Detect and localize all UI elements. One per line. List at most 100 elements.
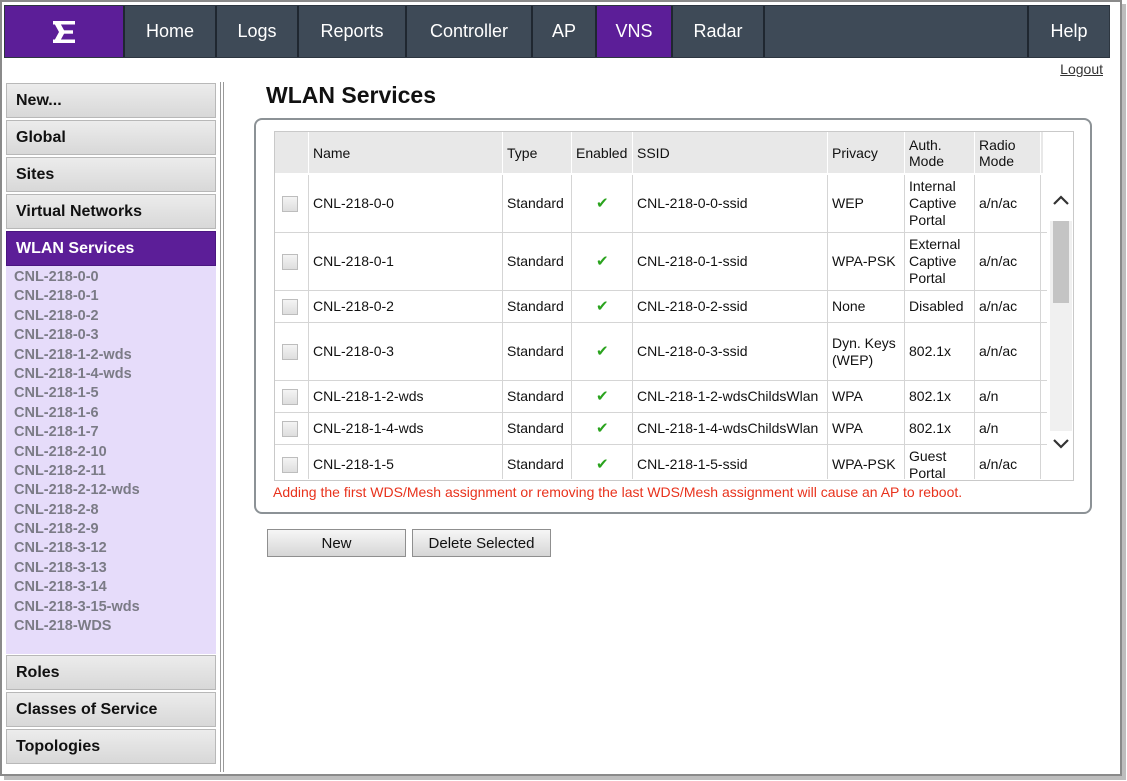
sidebar-splitter[interactable] <box>220 82 224 772</box>
nav-reports[interactable]: Reports <box>299 6 407 57</box>
enabled-cell: ✔ <box>572 233 633 290</box>
sidebar-service-list: CNL-218-0-0 CNL-218-0-1 CNL-218-0-2 CNL-218… <box>6 266 216 654</box>
row-checkbox[interactable] <box>282 253 298 270</box>
service-name-cell: CNL-218-1-2-wds <box>309 381 503 412</box>
sidebar-service-link[interactable]: CNL-218-0-1 <box>6 287 216 306</box>
sidebar-service-link[interactable]: CNL-218-1-7 <box>6 423 216 442</box>
nav-logs[interactable]: Logs <box>217 6 299 57</box>
ssid-cell: CNL-218-0-3-ssid <box>633 323 828 380</box>
nav-radar[interactable]: Radar <box>673 6 765 57</box>
row-select-cell <box>275 233 309 290</box>
table-row[interactable]: CNL-218-0-3 Standard ✔ CNL-218-0-3-ssid Dyn.… <box>275 323 1047 381</box>
nav-home[interactable]: Home <box>125 6 217 57</box>
service-name-cell: CNL-218-0-2 <box>309 291 503 322</box>
scroll-track[interactable] <box>1050 221 1072 431</box>
header-select-column <box>275 132 309 173</box>
row-checkbox[interactable] <box>282 420 298 437</box>
privacy-cell: WPA <box>828 413 905 444</box>
enabled-cell: ✔ <box>572 291 633 322</box>
nav-controller[interactable]: Controller <box>407 6 533 57</box>
service-type-cell: Standard <box>503 413 572 444</box>
table-header: Name Type Enabled SSID Privacy Auth. Mode Radi… <box>275 132 1043 173</box>
sidebar-item-new[interactable]: New... <box>6 83 216 118</box>
table-row[interactable]: CNL-218-0-2 Standard ✔ CNL-218-0-2-ssid None… <box>275 291 1047 323</box>
sidebar-service-link[interactable]: CNL-218-WDS <box>6 617 216 636</box>
row-select-cell <box>275 381 309 412</box>
sidebar-service-link[interactable]: CNL-218-2-9 <box>6 520 216 539</box>
column-header[interactable]: Type <box>503 132 572 173</box>
extreme-logo[interactable] <box>5 6 125 57</box>
reboot-warning: Adding the first WDS/Mesh assignment or … <box>273 484 963 500</box>
service-type-cell: Standard <box>503 291 572 322</box>
table-scrollbar[interactable] <box>1048 175 1073 479</box>
table-row[interactable]: CNL-218-1-2-wds Standard ✔ CNL-218-1-2-wdsC… <box>275 381 1047 413</box>
sidebar-service-link[interactable]: CNL-218-2-8 <box>6 501 216 520</box>
row-select-cell <box>275 175 309 232</box>
sidebar-service-link[interactable]: CNL-218-2-10 <box>6 443 216 462</box>
scroll-down-icon[interactable] <box>1052 437 1070 455</box>
ssid-cell: CNL-218-0-2-ssid <box>633 291 828 322</box>
sidebar-item-topologies[interactable]: Topologies <box>6 729 216 764</box>
sidebar-item-roles[interactable]: Roles <box>6 655 216 690</box>
service-type-cell: Standard <box>503 175 572 232</box>
service-type-cell: Standard <box>503 381 572 412</box>
nav-help[interactable]: Help <box>1029 6 1109 57</box>
table-row[interactable]: CNL-218-0-0 Standard ✔ CNL-218-0-0-ssid WEP I… <box>275 175 1047 233</box>
row-checkbox[interactable] <box>282 456 298 473</box>
sidebar-item-sites[interactable]: Sites <box>6 157 216 192</box>
service-name-cell: CNL-218-0-0 <box>309 175 503 232</box>
row-checkbox[interactable] <box>282 195 298 212</box>
sidebar-service-link[interactable]: CNL-218-2-12-wds <box>6 481 216 500</box>
delete-selected-button[interactable]: Delete Selected <box>412 529 551 557</box>
service-type-cell: Standard <box>503 445 572 479</box>
radio-mode-cell: a/n <box>975 381 1041 412</box>
row-checkbox[interactable] <box>282 388 298 405</box>
privacy-cell: WPA-PSK <box>828 233 905 290</box>
table-row[interactable]: CNL-218-1-4-wds Standard ✔ CNL-218-1-4-wdsC… <box>275 413 1047 445</box>
sidebar-item-classes-of-service[interactable]: Classes of Service <box>6 692 216 727</box>
column-header[interactable]: SSID <box>633 132 828 173</box>
sidebar-service-link[interactable]: CNL-218-1-5 <box>6 384 216 403</box>
service-name-cell: CNL-218-1-4-wds <box>309 413 503 444</box>
sidebar-service-link[interactable]: CNL-218-1-2-wds <box>6 346 216 365</box>
services-table: Name Type Enabled SSID Privacy Auth. Mode Radi… <box>274 131 1074 481</box>
top-nav: Home Logs Reports Controller AP VNS Radar Help <box>4 5 1110 58</box>
column-header[interactable]: Auth. Mode <box>905 132 975 173</box>
column-header[interactable]: Name <box>309 132 503 173</box>
nav-vns[interactable]: VNS <box>597 6 673 57</box>
auth-mode-cell: 802.1x <box>905 413 975 444</box>
sidebar-service-link[interactable]: CNL-218-1-4-wds <box>6 365 216 384</box>
nav-ap[interactable]: AP <box>533 6 597 57</box>
row-checkbox[interactable] <box>282 343 298 360</box>
sidebar-item-global[interactable]: Global <box>6 120 216 155</box>
table-row[interactable]: CNL-218-1-5 Standard ✔ CNL-218-1-5-ssid WPA-… <box>275 445 1047 479</box>
sidebar-service-link[interactable]: CNL-218-1-6 <box>6 404 216 423</box>
column-header[interactable]: Privacy <box>828 132 905 173</box>
sidebar-service-link[interactable]: CNL-218-0-2 <box>6 307 216 326</box>
sidebar: New... Global Sites Virtual Networks WLAN Se… <box>4 82 217 770</box>
logout-link[interactable]: Logout <box>1060 61 1103 77</box>
column-header[interactable]: Enabled <box>572 132 633 173</box>
sidebar-service-link[interactable]: CNL-218-3-15-wds <box>6 598 216 617</box>
sidebar-item-virtual-networks[interactable]: Virtual Networks <box>6 194 216 229</box>
sidebar-service-link[interactable]: CNL-218-3-12 <box>6 539 216 558</box>
sidebar-service-link[interactable]: CNL-218-0-0 <box>6 268 216 287</box>
sidebar-service-link[interactable]: CNL-218-2-11 <box>6 462 216 481</box>
nav-items: Home Logs Reports Controller AP VNS Radar <box>125 6 765 57</box>
sidebar-service-link[interactable]: CNL-218-3-13 <box>6 559 216 578</box>
extreme-logo-icon <box>53 20 75 43</box>
auth-mode-cell: Disabled <box>905 291 975 322</box>
new-button[interactable]: New <box>267 529 406 557</box>
table-row[interactable]: CNL-218-0-1 Standard ✔ CNL-218-0-1-ssid WPA-… <box>275 233 1047 291</box>
sidebar-service-link[interactable]: CNL-218-3-14 <box>6 578 216 597</box>
scroll-thumb[interactable] <box>1053 221 1069 303</box>
sidebar-service-link[interactable]: CNL-218-0-3 <box>6 326 216 345</box>
sidebar-item-wlan-services[interactable]: WLAN Services <box>6 231 216 266</box>
table-body[interactable]: CNL-218-0-0 Standard ✔ CNL-218-0-0-ssid WEP I… <box>275 175 1047 479</box>
ssid-cell: CNL-218-1-5-ssid <box>633 445 828 479</box>
row-checkbox[interactable] <box>282 298 298 315</box>
column-header[interactable]: Radio Mode <box>975 132 1041 173</box>
scroll-up-icon[interactable] <box>1052 193 1070 211</box>
auth-mode-cell: 802.1x <box>905 381 975 412</box>
ssid-cell: CNL-218-1-2-wdsChildsWlan <box>633 381 828 412</box>
